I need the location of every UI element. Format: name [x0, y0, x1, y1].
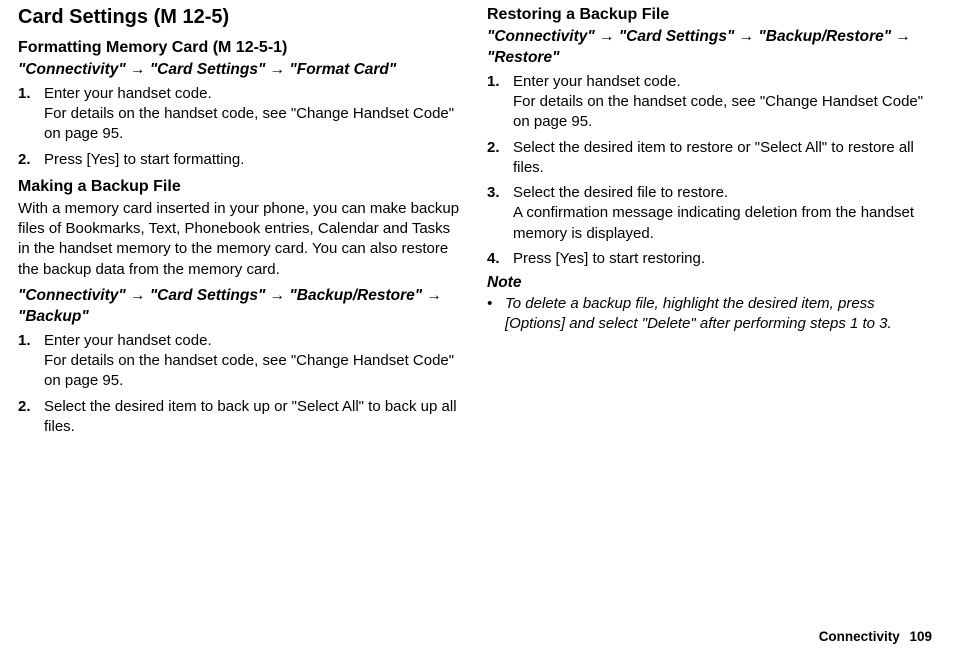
- step-item: Press [Yes] to start restoring.: [487, 249, 934, 269]
- menu-path-restore: "Connectivity" → "Card Settings" → "Back…: [487, 27, 934, 69]
- footer-section: Connectivity: [819, 629, 900, 644]
- title-text: Card Settings: [18, 6, 148, 28]
- step-item: Enter your handset code. For details on …: [18, 84, 465, 145]
- section-heading-backup: Making a Backup File: [18, 178, 465, 196]
- subheading-text: Making a Backup File: [18, 178, 181, 195]
- steps-backup: Enter your handset code. For details on …: [18, 331, 465, 437]
- step-main: Select the desired file to restore.: [513, 184, 728, 201]
- page-title: Card Settings (M 12-5): [18, 6, 465, 29]
- page-footer: Connectivity 109: [819, 629, 932, 644]
- step-main: Press [Yes] to start formatting.: [44, 151, 244, 168]
- step-item: Enter your handset code. For details on …: [18, 331, 465, 392]
- step-item: Select the desired item to restore or "S…: [487, 138, 934, 179]
- step-item: Select the desired item to back up or "S…: [18, 397, 465, 438]
- section-heading-restore: Restoring a Backup File: [487, 6, 934, 24]
- step-item: Enter your handset code. For details on …: [487, 72, 934, 133]
- subheading-text: Formatting Memory Card: [18, 39, 208, 56]
- right-column: Restoring a Backup File "Connectivity" →…: [487, 6, 934, 442]
- steps-format: Enter your handset code. For details on …: [18, 84, 465, 170]
- section-heading-formatting: Formatting Memory Card (M 12-5-1): [18, 39, 465, 57]
- note-heading: Note: [487, 274, 934, 292]
- step-main: Select the desired item to restore or "S…: [513, 139, 914, 176]
- step-detail: For details on the handset code, see "Ch…: [513, 92, 934, 133]
- step-detail: For details on the handset code, see "Ch…: [44, 351, 465, 392]
- step-main: Press [Yes] to start restoring.: [513, 250, 705, 267]
- step-item: Press [Yes] to start formatting.: [18, 150, 465, 170]
- title-menu-code: (M 12-5): [154, 6, 230, 28]
- step-detail: For details on the handset code, see "Ch…: [44, 104, 465, 145]
- step-main: Enter your handset code.: [44, 332, 212, 349]
- footer-page-number: 109: [909, 629, 932, 644]
- subheading-code: (M 12-5-1): [213, 39, 288, 56]
- step-detail: A confirmation message indicating deleti…: [513, 203, 934, 244]
- backup-intro: With a memory card inserted in your phon…: [18, 199, 465, 280]
- step-item: Select the desired file to restore. A co…: [487, 183, 934, 244]
- note-text: To delete a backup file, highlight the d…: [487, 294, 934, 335]
- left-column: Card Settings (M 12-5) Formatting Memory…: [18, 6, 465, 442]
- menu-path-format: "Connectivity" → "Card Settings" → "Form…: [18, 60, 465, 81]
- subheading-text: Restoring a Backup File: [487, 6, 669, 23]
- menu-path-backup: "Connectivity" → "Card Settings" → "Back…: [18, 286, 465, 328]
- step-main: Enter your handset code.: [44, 85, 212, 102]
- step-main: Select the desired item to back up or "S…: [44, 398, 457, 435]
- steps-restore: Enter your handset code. For details on …: [487, 72, 934, 269]
- step-main: Enter your handset code.: [513, 73, 681, 90]
